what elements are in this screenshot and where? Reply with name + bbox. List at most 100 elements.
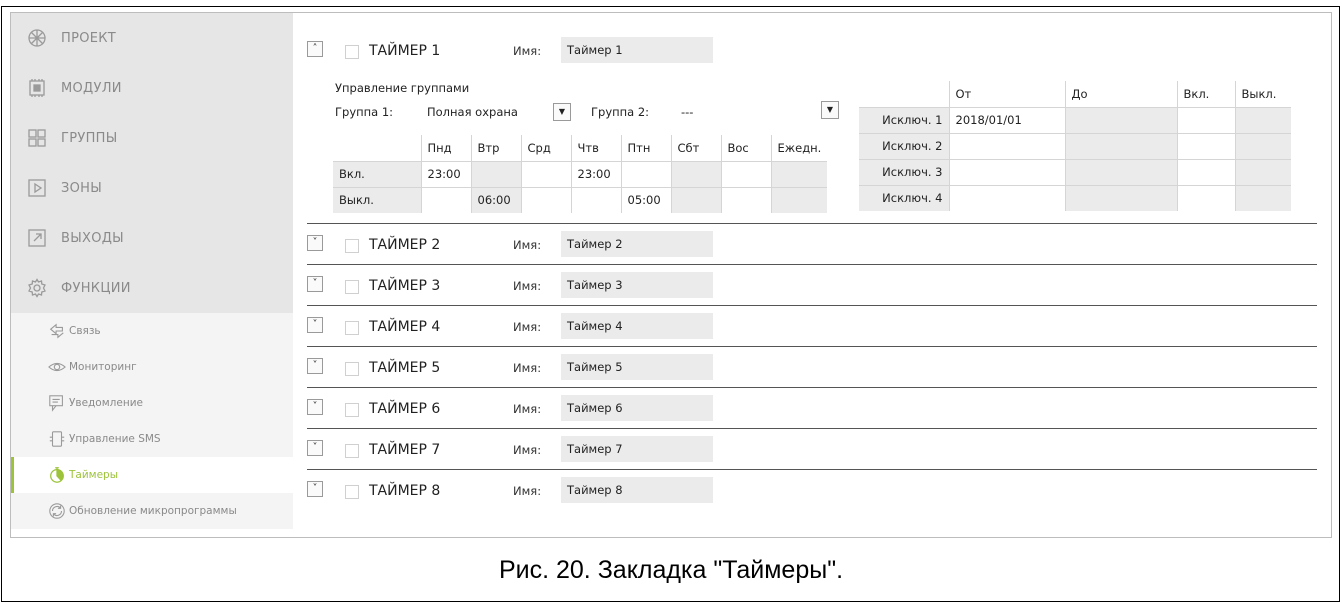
timer-7-enable-checkbox[interactable] bbox=[345, 444, 359, 458]
timer-8-name-input[interactable]: Таймер 8 bbox=[561, 477, 713, 503]
schedule-cell[interactable] bbox=[470, 160, 521, 187]
day-header: Ежедн. bbox=[770, 135, 828, 161]
timer-8-header: ˅ ТАЙМЕР 8 Имя: Таймер 8 bbox=[293, 477, 1323, 511]
exception-off-field[interactable] bbox=[1234, 132, 1291, 159]
expand-button[interactable]: ˅ bbox=[307, 317, 323, 333]
schedule-cell[interactable] bbox=[620, 160, 671, 187]
exception-to-field[interactable] bbox=[1064, 158, 1177, 185]
sidebar-subitem-communication[interactable]: Связь bbox=[11, 313, 293, 349]
collapse-button[interactable]: ˄ bbox=[307, 41, 323, 57]
schedule-cell[interactable]: 06:00 bbox=[470, 186, 521, 213]
timer-4-enable-checkbox[interactable] bbox=[345, 321, 359, 335]
project-icon bbox=[27, 28, 47, 48]
group-2-select[interactable]: --- bbox=[681, 105, 693, 119]
exception-from-field[interactable] bbox=[948, 158, 1065, 185]
sidebar-subitem-notification[interactable]: Уведомление bbox=[11, 385, 293, 421]
sidebar-sub-nav: Связь Мониторинг Уведомление Управление … bbox=[11, 313, 293, 529]
timer-3-name-input[interactable]: Таймер 3 bbox=[561, 272, 713, 298]
timer-divider bbox=[307, 387, 1317, 388]
sidebar-subitem-label: Уведомление bbox=[69, 397, 143, 409]
group-1-select[interactable]: Полная охрана bbox=[427, 105, 518, 119]
group-control-label: Управление группами bbox=[335, 81, 470, 95]
chevron-down-icon: ˅ bbox=[312, 442, 318, 453]
timer-2-name-input[interactable]: Таймер 2 bbox=[561, 231, 713, 257]
timer-4-name-input[interactable]: Таймер 4 bbox=[561, 313, 713, 339]
timer-2-title: ТАЙМЕР 2 bbox=[369, 237, 441, 253]
sidebar-item-groups[interactable]: ГРУППЫ bbox=[11, 113, 293, 163]
sidebar: ПРОЕКТ МОДУЛИ ГРУППЫ ЗОНЫ ВЫХОДЫ ФУНКЦИИ… bbox=[11, 13, 293, 537]
exception-on-field[interactable] bbox=[1176, 106, 1235, 133]
schedule-cell[interactable] bbox=[670, 186, 721, 213]
sidebar-subitem-firmware-update[interactable]: Обновление микропрограммы bbox=[11, 493, 293, 529]
exception-on-field[interactable] bbox=[1176, 184, 1235, 211]
exception-to-field[interactable] bbox=[1064, 132, 1177, 159]
notification-icon bbox=[47, 393, 67, 413]
expand-button[interactable]: ˅ bbox=[307, 235, 323, 251]
timer-2-enable-checkbox[interactable] bbox=[345, 239, 359, 253]
exception-off-field[interactable] bbox=[1234, 106, 1291, 133]
exceptions-header: До bbox=[1064, 81, 1177, 107]
sidebar-item-outputs[interactable]: ВЫХОДЫ bbox=[11, 213, 293, 263]
timer-1-enable-checkbox[interactable] bbox=[345, 45, 359, 59]
schedule-cell[interactable] bbox=[520, 186, 571, 213]
timer-1-header: ˄ ТАЙМЕР 1 Имя: Таймер 1 bbox=[293, 37, 1323, 71]
schedule-cell[interactable]: 23:00 bbox=[570, 160, 621, 187]
exception-from-field[interactable] bbox=[948, 132, 1065, 159]
schedule-row-on: Вкл. 23:00 23:00 bbox=[333, 160, 828, 187]
exception-off-field[interactable] bbox=[1234, 184, 1291, 211]
timer-7-header: ˅ ТАЙМЕР 7 Имя: Таймер 7 bbox=[293, 436, 1323, 470]
sidebar-item-zones[interactable]: ЗОНЫ bbox=[11, 163, 293, 213]
sidebar-item-project[interactable]: ПРОЕКТ bbox=[11, 13, 293, 63]
chevron-down-icon: ˅ bbox=[312, 360, 318, 371]
exception-row-label: Исключ. 2 bbox=[859, 132, 949, 159]
schedule-cell[interactable] bbox=[420, 186, 471, 213]
schedule-cell[interactable] bbox=[520, 160, 571, 187]
sidebar-subitem-sms[interactable]: Управление SMS bbox=[11, 421, 293, 457]
timer-1-name-input[interactable]: Таймер 1 bbox=[561, 37, 713, 63]
day-header: Срд bbox=[520, 135, 571, 161]
timer-8-name-label: Имя: bbox=[513, 484, 542, 498]
timer-3-enable-checkbox[interactable] bbox=[345, 280, 359, 294]
day-header: Сбт bbox=[670, 135, 721, 161]
expand-button[interactable]: ˅ bbox=[307, 481, 323, 497]
timer-8-enable-checkbox[interactable] bbox=[345, 485, 359, 499]
timer-7-name-input[interactable]: Таймер 7 bbox=[561, 436, 713, 462]
communication-icon bbox=[47, 321, 67, 341]
exception-off-field[interactable] bbox=[1234, 158, 1291, 185]
timer-5-header: ˅ ТАЙМЕР 5 Имя: Таймер 5 bbox=[293, 354, 1323, 388]
schedule-cell[interactable]: 23:00 bbox=[420, 160, 471, 187]
exceptions-header-row: От До Вкл. Выкл. bbox=[859, 81, 1291, 107]
exception-to-field[interactable] bbox=[1064, 106, 1177, 133]
schedule-cell[interactable] bbox=[770, 186, 828, 213]
sidebar-item-modules[interactable]: МОДУЛИ bbox=[11, 63, 293, 113]
sidebar-subitem-timers[interactable]: Таймеры bbox=[11, 457, 293, 493]
timer-5-name-input[interactable]: Таймер 5 bbox=[561, 354, 713, 380]
expand-button[interactable]: ˅ bbox=[307, 399, 323, 415]
chevron-down-icon: ▼ bbox=[826, 105, 834, 114]
timer-6-name-input[interactable]: Таймер 6 bbox=[561, 395, 713, 421]
timers-panel: ˄ ТАЙМЕР 1 Имя: Таймер 1 Управление груп… bbox=[293, 13, 1331, 537]
schedule-cell[interactable] bbox=[570, 186, 621, 213]
sidebar-subitem-monitoring[interactable]: Мониторинг bbox=[11, 349, 293, 385]
expand-button[interactable]: ˅ bbox=[307, 276, 323, 292]
expand-button[interactable]: ˅ bbox=[307, 440, 323, 456]
group-1-dropdown-button[interactable]: ▼ bbox=[553, 103, 571, 121]
schedule-cell[interactable] bbox=[770, 160, 828, 187]
exception-from-field[interactable] bbox=[948, 184, 1065, 211]
zones-icon bbox=[27, 178, 47, 198]
timer-5-enable-checkbox[interactable] bbox=[345, 362, 359, 376]
exception-from-field[interactable]: 2018/01/01 bbox=[948, 106, 1065, 133]
timer-6-enable-checkbox[interactable] bbox=[345, 403, 359, 417]
schedule-cell[interactable] bbox=[720, 186, 771, 213]
schedule-cell[interactable] bbox=[720, 160, 771, 187]
timer-6-title: ТАЙМЕР 6 bbox=[369, 401, 441, 417]
schedule-cell[interactable] bbox=[670, 160, 721, 187]
group-2-dropdown-button[interactable]: ▼ bbox=[821, 101, 839, 119]
timer-2-header: ˅ ТАЙМЕР 2 Имя: Таймер 2 bbox=[293, 231, 1323, 265]
exception-on-field[interactable] bbox=[1176, 132, 1235, 159]
expand-button[interactable]: ˅ bbox=[307, 358, 323, 374]
schedule-cell[interactable]: 05:00 bbox=[620, 186, 671, 213]
sidebar-item-functions[interactable]: ФУНКЦИИ bbox=[11, 263, 293, 313]
exception-on-field[interactable] bbox=[1176, 158, 1235, 185]
exception-to-field[interactable] bbox=[1064, 184, 1177, 211]
